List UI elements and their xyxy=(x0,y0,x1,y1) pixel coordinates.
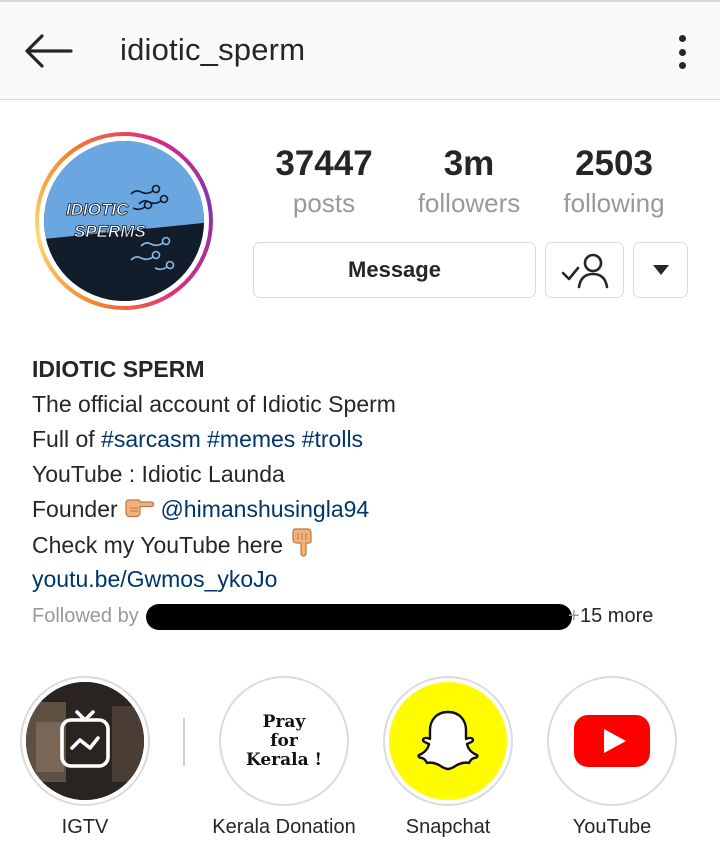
highlight-label: IGTV xyxy=(61,816,109,838)
bio-link-line: youtu.be/Gwmos_ykoJo xyxy=(32,562,692,597)
highlight-kerala-donation[interactable]: Pray for Kerala ! Kerala Donation xyxy=(212,676,356,839)
suggested-dropdown-button[interactable] xyxy=(633,242,688,298)
avatar[interactable]: IDIOTIC SPERMS xyxy=(44,141,204,301)
chevron-down-icon xyxy=(652,265,669,275)
followed-by-row[interactable]: Followed by + 15 more xyxy=(32,600,692,632)
followed-by-label: Followed by xyxy=(32,605,139,627)
profile-username: idiotic_sperm xyxy=(120,32,306,67)
top-bar: idiotic_sperm xyxy=(0,0,720,100)
profile-bio: IDIOTIC SPERM The official account of Id… xyxy=(32,352,692,597)
bio-line-2: Full of #sarcasm #memes #trolls xyxy=(32,422,692,457)
pointing-right-hand-icon xyxy=(124,493,155,528)
founder-mention-link[interactable]: @himanshusingla94 xyxy=(160,496,369,522)
highlight-igtv[interactable]: IGTV xyxy=(20,676,150,839)
youtube-link[interactable]: youtu.be/Gwmos_ykoJo xyxy=(32,566,277,592)
story-ring[interactable]: IDIOTIC SPERMS xyxy=(35,132,213,310)
youtube-play-icon xyxy=(574,715,650,767)
pray-for-kerala-sticker: Pray for Kerala ! xyxy=(225,682,343,800)
profile-full-name: IDIOTIC SPERM xyxy=(32,356,205,382)
followers-count[interactable]: 3m xyxy=(389,144,549,184)
bio-line-4-text: Founder xyxy=(32,496,118,522)
highlight-snapchat[interactable]: Snapchat xyxy=(383,676,513,839)
followed-by-more[interactable]: 15 more xyxy=(580,600,653,632)
highlight-youtube[interactable]: YouTube xyxy=(547,676,677,839)
more-options-icon[interactable] xyxy=(664,30,700,74)
bio-line-2-text: Full of xyxy=(32,426,102,452)
posts-stat: 37447 posts xyxy=(244,144,404,219)
followed-by-plus: + xyxy=(568,605,580,627)
bio-line-5: Check my YouTube here xyxy=(32,527,692,562)
redacted-usernames xyxy=(146,604,572,630)
highlight-label: Kerala Donation xyxy=(212,816,356,838)
back-arrow-icon[interactable] xyxy=(18,26,78,76)
message-button[interactable]: Message xyxy=(253,242,536,298)
sticker-text-line: Kerala ! xyxy=(245,749,323,770)
pointing-down-hand-icon xyxy=(289,527,317,567)
avatar-logo-text-1: IDIOTIC xyxy=(66,200,129,219)
following-toggle-button[interactable] xyxy=(545,242,624,298)
sticker-text-line: Pray xyxy=(262,711,306,732)
hashtags-link[interactable]: #sarcasm #memes #trolls xyxy=(101,426,363,452)
bio-line-5-text: Check my YouTube here xyxy=(32,532,284,559)
posts-label: posts xyxy=(292,188,356,218)
highlight-label: Snapchat xyxy=(405,816,491,838)
snapchat-ghost-icon xyxy=(417,710,479,771)
followers-stat[interactable]: 3m followers xyxy=(389,144,549,219)
following-check-person-icon xyxy=(561,253,608,289)
highlights-divider xyxy=(183,718,185,766)
following-count[interactable]: 2503 xyxy=(534,144,694,184)
following-stat[interactable]: 2503 following xyxy=(534,144,694,219)
bio-line-1: The official account of Idiotic Sperm xyxy=(32,391,396,417)
highlight-label: YouTube xyxy=(572,816,652,838)
posts-count: 37447 xyxy=(275,144,373,183)
bio-line-4: Founder @himanshusingla94 xyxy=(32,492,692,527)
avatar-logo-text-2: SPERMS xyxy=(74,222,146,241)
sticker-text-line: for xyxy=(270,730,298,751)
followers-label[interactable]: followers xyxy=(389,188,549,219)
bio-line-3: YouTube : Idiotic Launda xyxy=(32,461,285,487)
following-label[interactable]: following xyxy=(534,188,694,219)
